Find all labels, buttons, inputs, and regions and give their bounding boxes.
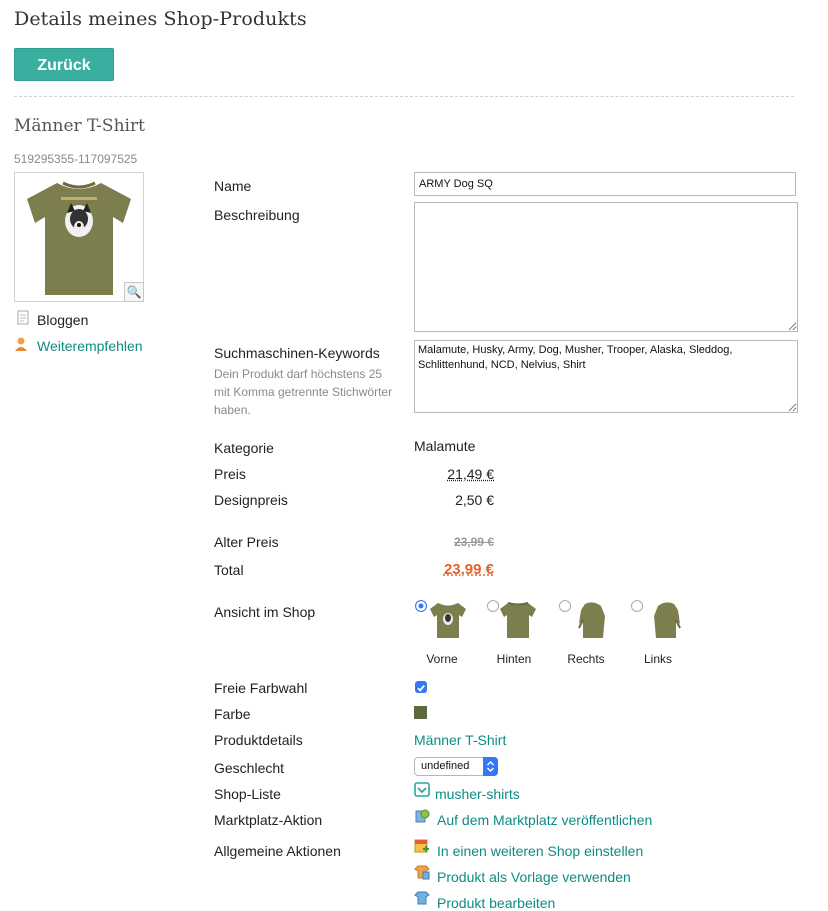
total-value[interactable]: 23,99 € [414,561,494,578]
gender-value: undefined [421,760,470,772]
color-label: Farbe [214,706,251,722]
action-add-to-shop[interactable]: In einen weiteren Shop einstellen [437,843,643,859]
color-swatch [414,706,427,719]
category-label: Kategorie [214,440,274,456]
product-type-title: Männer T-Shirt [14,116,145,136]
free-color-checkbox[interactable] [415,681,427,693]
price-value[interactable]: 21,49 € [414,466,494,482]
oldprice-label: Alter Preis [214,534,279,550]
recommend-person-icon [15,337,27,351]
shop-list-icon [414,782,430,797]
general-actions-label: Allgemeine Aktionen [214,843,341,859]
blog-icon [17,310,29,325]
view-label: Ansicht im Shop [214,604,316,620]
action-use-as-template[interactable]: Produkt als Vorlage verwenden [437,869,631,885]
view-thumbnail-right[interactable] [575,600,611,642]
price-label: Preis [214,466,246,482]
details-label: Produktdetails [214,732,303,748]
gender-label: Geschlecht [214,760,285,776]
designprice-value: 2,50 € [455,492,494,508]
view-caption-left: Links [643,652,672,666]
add-to-shop-icon [414,839,429,853]
select-chevron-icon [483,757,498,776]
action-edit-product[interactable]: Produkt bearbeiten [437,895,555,911]
blog-label: Bloggen [37,312,89,328]
marketplace-icon [415,809,430,823]
view-thumbnail-front[interactable] [430,600,466,642]
keywords-label: Suchmaschinen-Keywords [214,345,380,361]
view-radio-right[interactable] [559,600,571,612]
description-label: Beschreibung [214,207,300,223]
oldprice-value: 23,99 € [453,535,494,549]
product-id: 519295355-117097525 [14,152,138,166]
keywords-hint: Dein Produkt darf höchstens 25 mit Komma… [214,367,393,417]
description-textarea[interactable] [414,202,798,332]
zoom-icon[interactable]: 🔍 [124,282,144,302]
view-radio-front[interactable] [415,600,427,612]
view-caption-front: Vorne [426,652,458,666]
template-shirt-icon [414,865,430,880]
name-input[interactable] [414,172,796,196]
back-button[interactable]: Zurück [14,48,114,81]
designprice-label: Designpreis [214,492,288,508]
checkmark-icon [417,685,425,692]
divider [14,96,794,97]
free-color-label: Freie Farbwahl [214,680,308,696]
view-caption-back: Hinten [496,652,532,666]
category-value: Malamute [414,438,476,454]
view-caption-right: Rechts [567,652,605,666]
name-label: Name [214,178,252,194]
shoplist-link[interactable]: musher-shirts [435,786,520,802]
marketplace-link[interactable]: Auf dem Marktplatz veröffentlichen [437,812,652,828]
view-radio-back[interactable] [487,600,499,612]
gender-select[interactable]: undefined [414,757,498,776]
total-label: Total [214,562,244,578]
view-thumbnail-back[interactable] [500,600,536,642]
market-label: Marktplatz-Aktion [214,812,323,828]
shoplist-label: Shop-Liste [214,786,281,802]
edit-shirt-icon [414,891,430,905]
view-radio-left[interactable] [631,600,643,612]
keywords-textarea[interactable]: Malamute, Husky, Army, Dog, Musher, Troo… [414,340,798,413]
view-thumbnail-left[interactable] [648,600,684,642]
recommend-label: Weiterempfehlen [37,338,143,354]
page-title: Details meines Shop-Produkts [14,8,307,30]
product-details-link[interactable]: Männer T-Shirt [414,732,506,748]
